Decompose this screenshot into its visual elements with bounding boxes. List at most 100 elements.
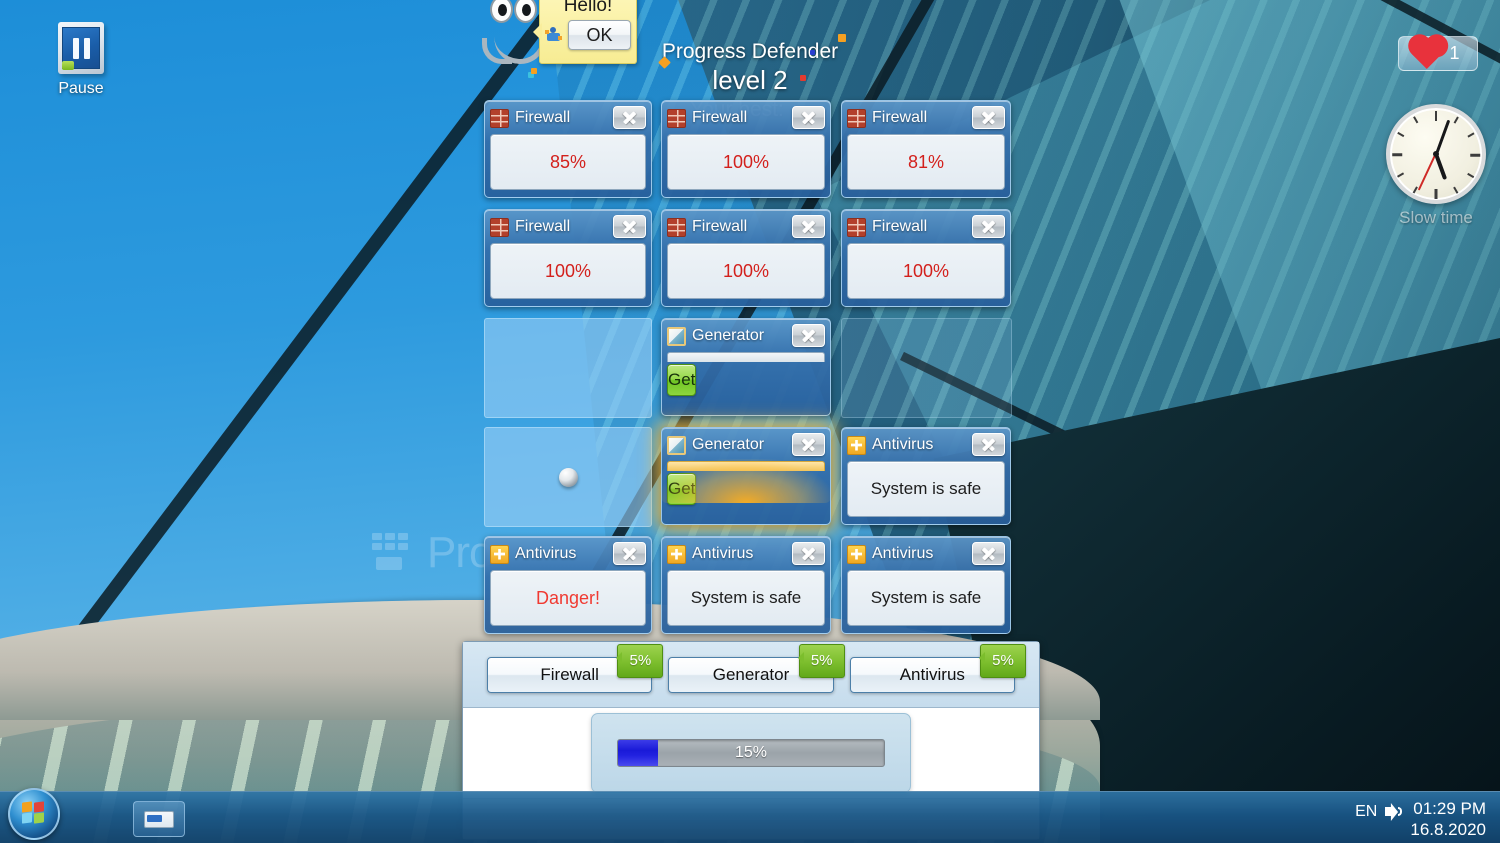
window-titlebar: Firewall [490, 105, 646, 131]
window-titlebar: Firewall [847, 214, 1005, 240]
app-window-antivirus[interactable]: Antivirus Danger! [484, 536, 652, 634]
empty-slot[interactable] [841, 318, 1012, 418]
windows-start-icon [21, 801, 47, 826]
antivirus-shield-icon [667, 544, 686, 564]
start-button[interactable] [8, 788, 60, 840]
close-icon[interactable] [613, 215, 646, 238]
grid-cell [481, 315, 658, 424]
lives-count: 1 [1449, 43, 1460, 63]
grid-cell: Firewall 85% [481, 97, 658, 206]
buy-button-label: Antivirus [899, 664, 965, 684]
grid-cell: Antivirus System is safe [838, 533, 1018, 642]
close-icon[interactable] [792, 433, 825, 456]
pause-glyph-icon [58, 22, 104, 74]
close-icon[interactable] [972, 542, 1005, 565]
speaker-icon[interactable] [1385, 803, 1403, 821]
firewall-brick-icon [667, 108, 686, 128]
close-icon[interactable] [613, 106, 646, 129]
pause-button[interactable]: Pause [47, 22, 115, 98]
close-icon[interactable] [792, 542, 825, 565]
grid-cell: Generator Get [658, 424, 838, 533]
window-status-text: 81% [907, 151, 945, 172]
window-body: System is safe [847, 461, 1005, 517]
generator-get-button[interactable]: Get [667, 364, 697, 396]
app-window-firewall[interactable]: Firewall 81% [841, 100, 1011, 198]
app-window-generator[interactable]: Generator Get [661, 427, 831, 525]
app-window-antivirus[interactable]: Antivirus System is safe [661, 536, 831, 634]
language-indicator[interactable]: EN [1355, 798, 1377, 822]
antivirus-shield-icon [847, 544, 866, 564]
grid-cell: Antivirus System is safe [838, 424, 1018, 533]
window-body: 100% [667, 134, 825, 190]
firewall-brick-icon [667, 217, 686, 237]
game-grid: Firewall 85% Firewall 100% Firewall 81% Firewa… [481, 97, 1018, 642]
bubble-ok-button[interactable]: OK [568, 20, 631, 50]
firewall-brick-icon [490, 217, 509, 237]
price-badge: 5% [978, 643, 1026, 678]
pause-label: Pause [58, 80, 104, 97]
empty-slot[interactable] [484, 318, 652, 418]
window-body: 100% [490, 243, 646, 299]
generator-charge-strip [667, 461, 825, 471]
window-body: System is safe [667, 570, 825, 626]
close-icon[interactable] [972, 433, 1005, 456]
progress-container: 15% [591, 713, 911, 793]
app-window-firewall[interactable]: Firewall 100% [661, 209, 831, 307]
firewall-brick-icon [847, 108, 866, 128]
grid-cell [481, 424, 658, 533]
window-titlebar: Generator [667, 432, 825, 458]
buy-button-antivirus[interactable]: Antivirus 5% [849, 643, 1026, 693]
slot-orb-icon [559, 468, 578, 487]
window-status-text: 100% [722, 151, 770, 172]
buy-button-firewall[interactable]: Firewall 5% [487, 643, 664, 693]
clock-icon [1386, 104, 1486, 204]
generator-icon [667, 326, 686, 346]
mascot-tail-cord [482, 38, 512, 64]
buy-button-label: Generator [712, 664, 790, 684]
clock-center-pin [1433, 151, 1439, 157]
confetti-dot [800, 75, 806, 81]
app-window-firewall[interactable]: Firewall 100% [661, 100, 831, 198]
taskbar: EN 01:29 PM 16.8.2020 [0, 788, 1500, 843]
app-window-firewall[interactable]: Firewall 100% [841, 209, 1011, 307]
generator-charge-strip [667, 352, 825, 362]
window-titlebar: Firewall [847, 105, 1005, 131]
tray-clock[interactable]: 01:29 PM 16.8.2020 [1410, 798, 1486, 840]
confetti-dot [838, 34, 846, 42]
app-window-firewall[interactable]: Firewall 85% [484, 100, 652, 198]
window-titlebar: Antivirus [847, 541, 1005, 567]
app-window-firewall[interactable]: Firewall 100% [484, 209, 652, 307]
app-window-antivirus[interactable]: Antivirus System is safe [841, 536, 1011, 634]
close-icon[interactable] [792, 106, 825, 129]
close-icon[interactable] [792, 215, 825, 238]
window-status-text: 85% [549, 151, 587, 172]
bubble-user-icon [545, 26, 564, 44]
generator-get-button[interactable]: Get [667, 473, 697, 505]
app-window-generator[interactable]: Generator Get [661, 318, 831, 416]
buy-button-generator[interactable]: Generator 5% [668, 643, 845, 693]
empty-slot[interactable] [484, 427, 652, 527]
price-badge: 5% [616, 643, 664, 678]
grid-cell: Antivirus System is safe [658, 533, 838, 642]
window-body: Danger! [490, 570, 646, 626]
window-status-text: System is safe [690, 588, 802, 607]
window-status-text: System is safe [870, 588, 982, 607]
taskbar-window-item[interactable] [133, 801, 185, 837]
slow-time-powerup[interactable]: Slow time [1380, 104, 1492, 228]
window-body: 100% [667, 243, 825, 299]
close-icon[interactable] [972, 215, 1005, 238]
firewall-brick-icon [490, 108, 509, 128]
close-icon[interactable] [792, 324, 825, 347]
panel-progress-area: 15% [463, 708, 1039, 798]
generator-body: Get [667, 352, 825, 408]
system-tray: EN 01:29 PM 16.8.2020 [1355, 798, 1486, 840]
grid-cell: Firewall 100% [658, 206, 838, 315]
slow-time-label: Slow time [1399, 208, 1473, 227]
window-body: System is safe [847, 570, 1005, 626]
hello-speech-bubble: Hello! OK [533, 0, 637, 64]
app-window-antivirus[interactable]: Antivirus System is safe [841, 427, 1011, 525]
price-badge: 5% [797, 643, 845, 678]
progress-track: 15% [617, 739, 885, 767]
close-icon[interactable] [972, 106, 1005, 129]
close-icon[interactable] [613, 542, 646, 565]
